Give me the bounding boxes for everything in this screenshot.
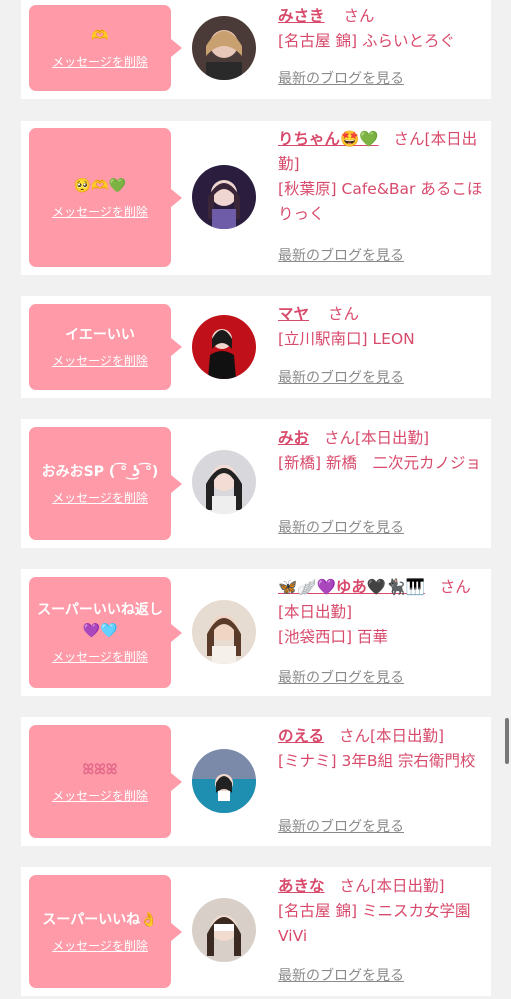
delete-message-link[interactable]: メッセージを削除 (52, 203, 148, 220)
cast-name-link[interactable]: みさき (278, 7, 325, 25)
message-text: 🫶 (91, 28, 109, 44)
avatar[interactable] (192, 16, 256, 80)
delete-message-link[interactable]: メッセージを削除 (52, 787, 148, 804)
cast-name-link[interactable]: りちゃん🤩💚 (278, 130, 379, 148)
message-text: イエーいい (65, 327, 135, 343)
cast-name-link[interactable]: あきな (278, 877, 325, 895)
blog-link[interactable]: 最新のブログを見る (278, 245, 404, 265)
blog-link[interactable]: 最新のブログを見る (278, 367, 404, 387)
message-text: おみおSP ( ͡° ͜ʖ ͡°) (41, 463, 159, 480)
shop-text: [秋葉原] Cafe&Bar あるこほりっく (278, 180, 483, 223)
avatar[interactable] (192, 315, 256, 379)
cast-info: あきな さん[本日出勤] [名古屋 錦] ミニスカ女学園ViVi (278, 874, 483, 949)
cast-info: りちゃん🤩💚 さん[本日出勤] [秋葉原] Cafe&Bar あるこほりっく (278, 127, 483, 227)
cast-info: マヤ さん [立川駅南口] LEON (278, 302, 483, 352)
avatar[interactable] (192, 165, 256, 229)
shop-text: [新橋] 新橋 二次元カノジョ (278, 454, 482, 472)
honorific: さん[本日出勤] (338, 727, 445, 745)
shop-text: [立川駅南口] LEON (278, 330, 415, 348)
cast-info: みさき さん [名古屋 錦] ふらいとろぐ (278, 4, 483, 54)
message-text: 🥺🫶💚 (73, 177, 127, 194)
delete-message-link[interactable]: メッセージを削除 (52, 648, 148, 665)
message-text: ꕤꕤꕤ (82, 761, 118, 778)
cast-name-link[interactable]: みお (278, 429, 309, 447)
cast-name-link[interactable]: のえる (278, 727, 324, 745)
blog-link[interactable]: 最新のブログを見る (278, 816, 404, 836)
message-card: イエーいい メッセージを削除 マヤ さん [立川駅南口] LEON 最新のブログ… (21, 296, 491, 398)
message-text: スーパーいいね返し💜🩵 (37, 602, 163, 639)
delete-message-link[interactable]: メッセージを削除 (52, 937, 148, 954)
message-bubble: イエーいい メッセージを削除 (29, 304, 182, 390)
delete-message-link[interactable]: メッセージを削除 (52, 53, 148, 70)
message-bubble: 🫶 メッセージを削除 (29, 5, 182, 91)
delete-message-link[interactable]: メッセージを削除 (52, 352, 148, 369)
message-card: スーパーいいね返し💜🩵 メッセージを削除 🦋🪽💜ゆあ🖤🐈‍⬛🎹 さん[本日出勤]… (21, 569, 491, 696)
honorific: さん (343, 7, 375, 25)
cast-info: みお さん[本日出勤] [新橋] 新橋 二次元カノジョ (278, 426, 483, 476)
avatar[interactable] (192, 898, 256, 962)
message-bubble: スーパーいいね👌 メッセージを削除 (29, 875, 182, 988)
blog-link[interactable]: 最新のブログを見る (278, 667, 404, 687)
honorific: さん (327, 305, 359, 323)
message-bubble: ꕤꕤꕤ メッセージを削除 (29, 725, 182, 838)
message-text: スーパーいいね👌 (42, 911, 158, 928)
blog-link[interactable]: 最新のブログを見る (278, 68, 404, 88)
cast-info: 🦋🪽💜ゆあ🖤🐈‍⬛🎹 さん[本日出勤] [池袋西口] 百華 (278, 575, 483, 650)
avatar[interactable] (192, 600, 256, 664)
cast-name-link[interactable]: 🦋🪽💜ゆあ🖤🐈‍⬛🎹 (278, 578, 425, 596)
cast-info: のえる さん[本日出勤] [ミナミ] 3年B組 宗右衛門校 (278, 724, 483, 774)
blog-link[interactable]: 最新のブログを見る (278, 517, 404, 537)
message-card: 🫶 メッセージを削除 みさき さん [名古屋 錦] ふらいとろぐ 最新のブログを… (21, 0, 491, 99)
honorific: さん[本日出勤] (339, 877, 445, 895)
honorific: さん[本日出勤] (323, 429, 430, 447)
shop-text: [ミナミ] 3年B組 宗右衛門校 (278, 752, 476, 770)
message-card: ꕤꕤꕤ メッセージを削除 のえる さん[本日出勤] [ミナミ] 3年B組 宗右衛… (21, 717, 491, 846)
message-card: おみおSP ( ͡° ͜ʖ ͡°) メッセージを削除 みお さん[本日出勤] [… (21, 419, 491, 548)
avatar[interactable] (192, 450, 256, 514)
avatar[interactable] (192, 749, 256, 813)
message-card: スーパーいいね👌 メッセージを削除 あきな さん[本日出勤] [名古屋 錦] ミ… (21, 867, 491, 996)
message-bubble: スーパーいいね返し💜🩵 メッセージを削除 (29, 577, 182, 688)
delete-message-link[interactable]: メッセージを削除 (52, 489, 148, 506)
message-bubble: おみおSP ( ͡° ͜ʖ ͡°) メッセージを削除 (29, 427, 182, 540)
shop-text: [名古屋 錦] ミニスカ女学園ViVi (278, 902, 471, 945)
shop-text: [池袋西口] 百華 (278, 628, 389, 646)
message-card: 🥺🫶💚 メッセージを削除 りちゃん🤩💚 さん[本日出勤] [秋葉原] Cafe&… (21, 121, 491, 275)
blog-link[interactable]: 最新のブログを見る (278, 965, 404, 985)
cast-name-link[interactable]: マヤ (278, 305, 309, 323)
shop-text: [名古屋 錦] ふらいとろぐ (278, 32, 455, 50)
message-bubble: 🥺🫶💚 メッセージを削除 (29, 128, 182, 267)
scrollbar[interactable] (505, 718, 509, 764)
